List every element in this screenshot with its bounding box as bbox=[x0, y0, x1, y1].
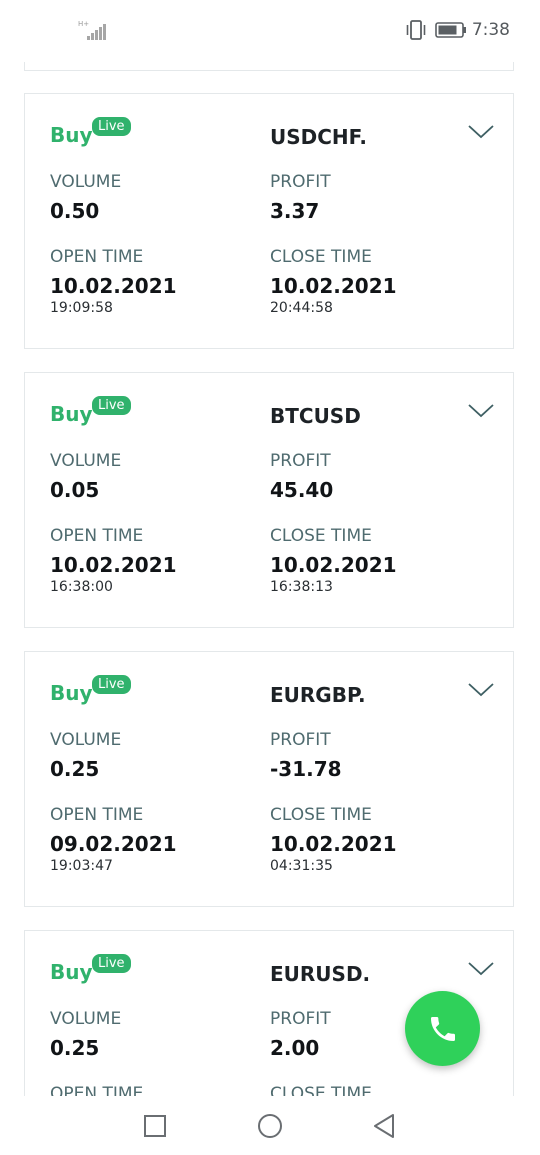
profit-value: 3.37 bbox=[270, 199, 320, 223]
volume-value: 0.25 bbox=[50, 1036, 100, 1060]
back-icon[interactable] bbox=[371, 1112, 399, 1140]
chevron-down-icon[interactable] bbox=[468, 961, 494, 977]
close-time-label: CLOSE TIME bbox=[270, 805, 372, 825]
chevron-down-icon[interactable] bbox=[468, 682, 494, 698]
profit-label: PROFIT bbox=[270, 451, 331, 471]
trade-symbol: USDCHF. bbox=[270, 125, 367, 149]
profit-value: -31.78 bbox=[270, 757, 342, 781]
open-time-label: OPEN TIME bbox=[50, 805, 144, 825]
profit-value: 45.40 bbox=[270, 478, 334, 502]
home-icon[interactable] bbox=[256, 1112, 284, 1140]
open-time-label: OPEN TIME bbox=[50, 247, 144, 267]
trade-card[interactable]: Buy Live BTCUSD VOLUME PROFIT 0.05 45.40… bbox=[24, 372, 514, 628]
system-nav-bar bbox=[0, 1096, 540, 1155]
live-badge: Live bbox=[92, 396, 131, 415]
open-date-value: 10.02.2021 bbox=[50, 553, 177, 577]
live-badge: Live bbox=[92, 954, 131, 973]
battery-icon bbox=[435, 22, 466, 38]
close-date-value: 10.02.2021 bbox=[270, 553, 397, 577]
chevron-down-icon[interactable] bbox=[468, 124, 494, 140]
volume-label: VOLUME bbox=[50, 451, 122, 471]
trade-side: Buy bbox=[50, 960, 93, 984]
close-time-label: CLOSE TIME bbox=[270, 1084, 372, 1096]
trade-card[interactable]: Buy Live USDCHF. VOLUME PROFIT 0.50 3.37… bbox=[24, 93, 514, 349]
status-indicators: 7:38 bbox=[405, 18, 510, 42]
profit-label: PROFIT bbox=[270, 172, 331, 192]
close-time-value: 04:31:35 bbox=[270, 858, 333, 874]
volume-label: VOLUME bbox=[50, 730, 122, 750]
volume-value: 0.05 bbox=[50, 478, 100, 502]
vibrate-icon bbox=[406, 20, 426, 40]
open-date-value: 10.02.2021 bbox=[50, 274, 177, 298]
recent-apps-icon[interactable] bbox=[141, 1112, 169, 1140]
close-time-label: CLOSE TIME bbox=[270, 247, 372, 267]
open-time-label: OPEN TIME bbox=[50, 1084, 144, 1096]
live-badge: Live bbox=[92, 117, 131, 136]
chevron-down-icon[interactable] bbox=[468, 403, 494, 419]
signal-icon: H+ bbox=[78, 20, 108, 40]
network-type: H+ bbox=[78, 20, 90, 28]
open-time-value: 19:03:47 bbox=[50, 858, 113, 874]
trade-symbol: BTCUSD bbox=[270, 404, 361, 428]
volume-value: 0.25 bbox=[50, 757, 100, 781]
close-date-value: 10.02.2021 bbox=[270, 832, 397, 856]
call-button[interactable] bbox=[405, 991, 480, 1066]
open-time-label: OPEN TIME bbox=[50, 526, 144, 546]
trade-side: Buy bbox=[50, 681, 93, 705]
profit-label: PROFIT bbox=[270, 1009, 331, 1029]
close-time-value: 20:44:58 bbox=[270, 300, 333, 316]
status-bar: H+ 7:38 bbox=[0, 0, 540, 62]
trade-symbol: EURUSD. bbox=[270, 962, 371, 986]
close-date-value: 10.02.2021 bbox=[270, 274, 397, 298]
trade-history-list[interactable]: Buy Live USDCHF. VOLUME PROFIT 0.50 3.37… bbox=[0, 0, 540, 1096]
profit-value: 2.00 bbox=[270, 1036, 320, 1060]
open-time-value: 16:38:00 bbox=[50, 579, 113, 595]
volume-label: VOLUME bbox=[50, 172, 122, 192]
trade-side: Buy bbox=[50, 402, 93, 426]
live-badge: Live bbox=[92, 675, 131, 694]
profit-label: PROFIT bbox=[270, 730, 331, 750]
close-time-label: CLOSE TIME bbox=[270, 526, 372, 546]
open-time-value: 19:09:58 bbox=[50, 300, 113, 316]
open-date-value: 09.02.2021 bbox=[50, 832, 177, 856]
trade-card[interactable]: Buy Live EURGBP. VOLUME PROFIT 0.25 -31.… bbox=[24, 651, 514, 907]
phone-icon bbox=[430, 1016, 455, 1041]
app-screen: Buy Live USDCHF. VOLUME PROFIT 0.50 3.37… bbox=[0, 0, 540, 1155]
close-time-value: 16:38:13 bbox=[270, 579, 333, 595]
trade-symbol: EURGBP. bbox=[270, 683, 366, 707]
volume-label: VOLUME bbox=[50, 1009, 122, 1029]
volume-value: 0.50 bbox=[50, 199, 100, 223]
trade-side: Buy bbox=[50, 123, 93, 147]
status-time: 7:38 bbox=[471, 20, 510, 40]
